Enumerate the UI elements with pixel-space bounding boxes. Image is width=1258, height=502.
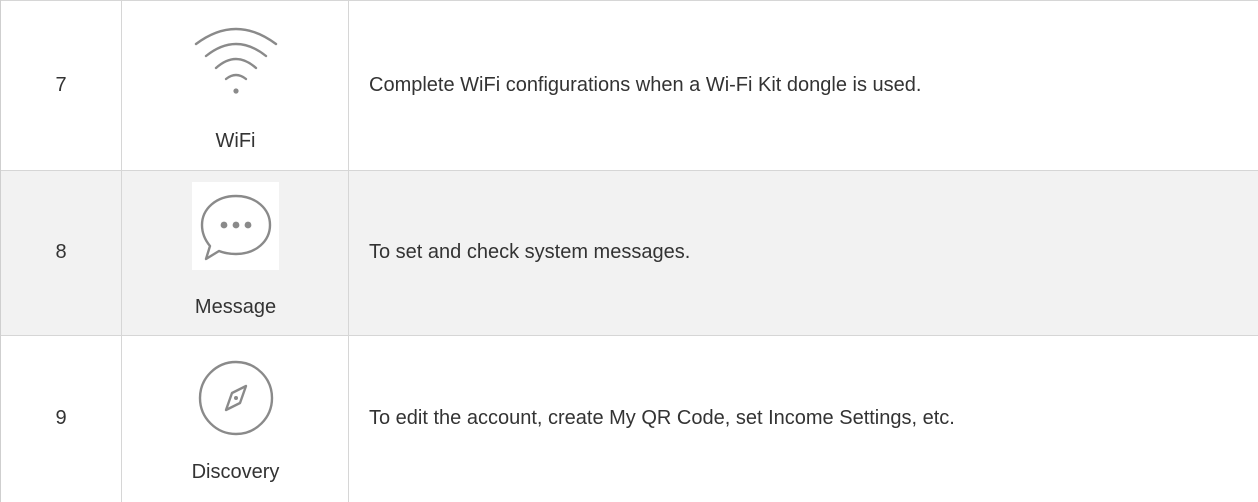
- table-row-discovery: 9 Discovery To edit the account, create …: [0, 335, 1258, 502]
- column-divider: [348, 0, 349, 502]
- table-row-message: 8 Message To set and check system messag…: [0, 170, 1258, 335]
- row-number: 9: [55, 407, 67, 429]
- compass-icon: [194, 356, 278, 445]
- column-divider: [121, 0, 122, 502]
- icon-cell: Discovery: [122, 335, 349, 502]
- row-divider: [0, 170, 1258, 171]
- row-divider: [0, 0, 1258, 1]
- row-description: To set and check system messages.: [369, 241, 691, 263]
- table-row-wifi: 7 WiFi Complete WiFi configurations when…: [0, 0, 1258, 170]
- icon-label: Message: [194, 296, 277, 318]
- row-number: 7: [55, 73, 67, 96]
- chat-bubble-icon: [196, 190, 276, 271]
- row-number: 8: [55, 241, 67, 263]
- icon-label: WiFi: [215, 130, 256, 152]
- icon-cell: Message: [122, 170, 349, 335]
- wifi-icon: [188, 20, 284, 105]
- row-divider: [0, 335, 1258, 336]
- column-divider: [0, 0, 1, 502]
- icon-label: Discovery: [191, 461, 280, 483]
- row-description: Complete WiFi configurations when a Wi-F…: [369, 73, 922, 96]
- icon-cell: WiFi: [122, 0, 349, 170]
- row-description: To edit the account, create My QR Code, …: [369, 407, 955, 429]
